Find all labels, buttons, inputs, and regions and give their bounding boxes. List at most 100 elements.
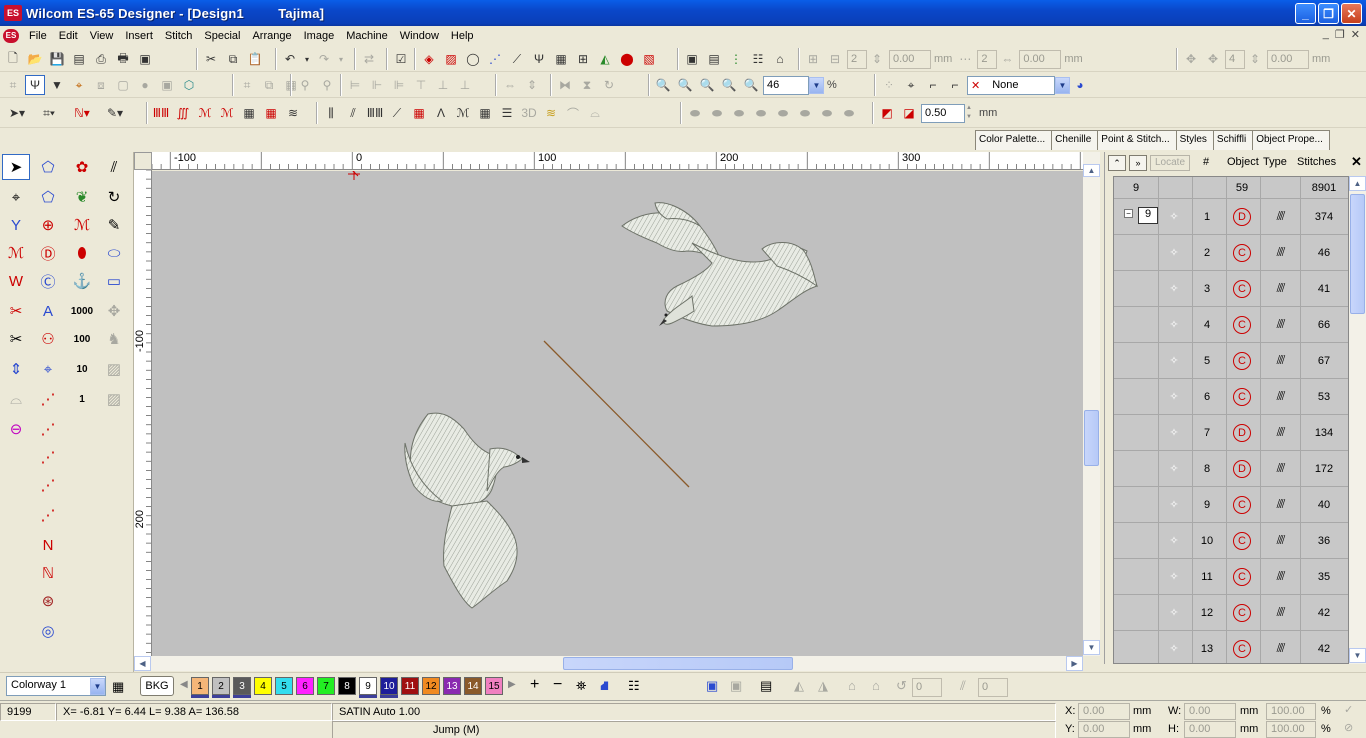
lock-ratio-icon[interactable]: ✓ bbox=[1344, 703, 1353, 716]
target-tool-icon[interactable]: ◎ bbox=[34, 618, 62, 644]
fill-type-9-icon[interactable]: ☰ bbox=[497, 103, 517, 123]
stitch-type-5-icon[interactable]: ▦ bbox=[239, 103, 259, 123]
spacing-input[interactable]: 0.50 bbox=[921, 103, 965, 123]
triple-line-icon[interactable]: ⋰ bbox=[34, 502, 62, 528]
object-row[interactable]: ✧ 4 C ⫽⫽ 66 bbox=[1114, 307, 1348, 343]
color-swatch-9[interactable]: 9 bbox=[359, 677, 377, 695]
motif-tool-icon[interactable]: ⊛ bbox=[34, 588, 62, 614]
tool-1000-icon[interactable]: 1000 bbox=[68, 298, 96, 324]
x-field[interactable]: 0.00 bbox=[1078, 703, 1130, 720]
distribute-h-icon[interactable]: ⇔ bbox=[500, 75, 520, 95]
object-row[interactable]: ✧ 11 C ⫽⫽ 35 bbox=[1114, 559, 1348, 595]
zoom-fit-icon[interactable]: 🔍 bbox=[653, 75, 673, 95]
thread-chart-icon[interactable]: ⛘ bbox=[600, 678, 609, 696]
box-tool-icon[interactable]: ⬠ bbox=[34, 184, 62, 210]
dove-embroidery-bottom[interactable] bbox=[404, 412, 523, 609]
value-b-field[interactable]: 0.00 bbox=[1019, 49, 1062, 69]
apply-icon[interactable]: ⊘ bbox=[1344, 721, 1353, 734]
open-file-icon[interactable]: 📂 bbox=[25, 49, 45, 69]
tab-point-stitch[interactable]: Point & Stitch... bbox=[1097, 130, 1177, 150]
split-tool-icon[interactable]: Y bbox=[2, 212, 30, 238]
rotate-angle-icon[interactable]: ↺ bbox=[896, 678, 907, 694]
digitize-d-icon[interactable]: Ⓓ bbox=[34, 240, 62, 266]
new-file-icon[interactable]: 🗋 bbox=[3, 49, 23, 69]
people-tool-icon[interactable]: ⚇ bbox=[34, 326, 62, 352]
swatch-scroll-right-icon[interactable]: ▶ bbox=[508, 679, 516, 690]
anchor-tool-icon[interactable]: ⚓ bbox=[68, 268, 96, 294]
group-collapse-icon[interactable]: − bbox=[1124, 209, 1133, 218]
horizontal-spacing-icon[interactable]: ⇔ bbox=[997, 49, 1017, 69]
paste-icon[interactable]: 📋 bbox=[245, 49, 265, 69]
close-button[interactable]: ✕ bbox=[1341, 3, 1362, 24]
color-film-icon[interactable]: ▧ bbox=[639, 49, 659, 69]
node2-icon[interactable]: ⌐ bbox=[945, 75, 965, 95]
branch2-icon[interactable]: ⚲ bbox=[317, 75, 337, 95]
outline-icon[interactable]: ◯ bbox=[463, 49, 483, 69]
stitch-type-3-icon[interactable]: ℳ bbox=[195, 103, 215, 123]
satin-tool-icon[interactable]: ℕ▾ bbox=[67, 103, 97, 123]
tool-100-icon[interactable]: 100 bbox=[68, 326, 96, 352]
rotate-angle-field[interactable]: 0 bbox=[912, 678, 942, 697]
vertical-spacing-icon[interactable]: ⇕ bbox=[867, 49, 887, 69]
menu-window[interactable]: Window bbox=[394, 30, 445, 42]
design-window-icon[interactable]: ▣ bbox=[682, 49, 702, 69]
thread-icon[interactable]: ⛯ bbox=[576, 678, 586, 694]
circle-tool-icon[interactable]: ⊖ bbox=[2, 416, 30, 442]
fill-type-8-icon[interactable]: ▦ bbox=[475, 103, 495, 123]
circle-fill-icon[interactable]: ● bbox=[135, 75, 155, 95]
leaf-fill-icon[interactable]: ◈ bbox=[419, 49, 439, 69]
effect-2-icon[interactable]: ⬬ bbox=[707, 103, 727, 123]
elastic2-icon[interactable]: ⌓ bbox=[585, 103, 605, 123]
object-row[interactable]: ✧ 5 C ⫽⫽ 67 bbox=[1114, 343, 1348, 379]
remove-color-icon[interactable]: − bbox=[553, 676, 562, 694]
zoom-input[interactable]: 46 bbox=[763, 75, 809, 95]
select-pointer-icon[interactable]: ➤▾ bbox=[3, 103, 31, 123]
tab-object-properties[interactable]: Object Prope... bbox=[1252, 130, 1330, 150]
flower-tool-icon[interactable]: ✿ bbox=[68, 154, 96, 180]
stitch-type-7-icon[interactable]: ≋ bbox=[283, 103, 303, 123]
copy-icon[interactable]: ⧉ bbox=[223, 49, 243, 69]
menu-view[interactable]: View bbox=[84, 30, 120, 42]
run-line-icon[interactable]: ⋰ bbox=[34, 472, 62, 498]
spacing-spinner[interactable]: ▲ ▼ bbox=[966, 104, 976, 122]
color-swatch-7[interactable]: 7 bbox=[317, 677, 335, 695]
compass-tool-icon[interactable]: ⊕ bbox=[34, 212, 62, 238]
n-curve-icon[interactable]: ℕ bbox=[34, 560, 62, 586]
tab-color-palette[interactable]: Color Palette... bbox=[975, 130, 1053, 150]
reshape-icon[interactable]: ⌗ bbox=[3, 75, 23, 95]
count-a-field[interactable]: 2 bbox=[847, 49, 867, 69]
effect-6-icon[interactable]: ⬬ bbox=[795, 103, 815, 123]
frame-icon[interactable]: ▢ bbox=[113, 75, 133, 95]
stitch-type-6-icon[interactable]: ▦ bbox=[261, 103, 281, 123]
elastic-icon[interactable]: ⌒ bbox=[563, 103, 583, 123]
mirror2-icon[interactable]: ◮ bbox=[818, 678, 828, 694]
needle-icon[interactable]: ⟋ bbox=[507, 49, 527, 69]
zigzag-tool-icon[interactable]: ℳ bbox=[68, 212, 96, 238]
menu-help[interactable]: Help bbox=[445, 30, 480, 42]
object-row[interactable]: ✧ 6 C ⫽⫽ 53 bbox=[1114, 379, 1348, 415]
color-swatch-4[interactable]: 4 bbox=[254, 677, 272, 695]
list-icon[interactable]: ☷ bbox=[748, 49, 768, 69]
object-row[interactable]: ✧ 12 C ⫽⫽ 42 bbox=[1114, 595, 1348, 631]
chain-tool-icon[interactable]: ⋰ bbox=[34, 416, 62, 442]
fill-type-5-icon[interactable]: ▦ bbox=[409, 103, 429, 123]
align-grid-icon[interactable]: ⊞ bbox=[803, 49, 823, 69]
hoop-grid-icon[interactable]: ⊞ bbox=[573, 49, 593, 69]
maximize-button[interactable]: ❐ bbox=[1318, 3, 1339, 24]
color-swatch-5[interactable]: 5 bbox=[275, 677, 293, 695]
noise-tool-icon[interactable]: ▨ bbox=[100, 386, 128, 412]
stitch-edit-icon[interactable]: ⌖ bbox=[34, 356, 62, 382]
grid-icon[interactable]: ▦ bbox=[551, 49, 571, 69]
spacing-color-icon[interactable]: ◩ bbox=[877, 103, 897, 123]
palette-grid-icon[interactable]: ▦ bbox=[112, 679, 124, 695]
color-select[interactable]: ✕ None bbox=[967, 75, 1055, 95]
canvas-horizontal-scrollbar[interactable]: ◀ ▶ bbox=[134, 656, 1083, 671]
reshape-tool-icon[interactable]: ⬠ bbox=[34, 154, 62, 180]
satin-w-icon[interactable]: W bbox=[2, 268, 30, 294]
stitch-type-1-icon[interactable]: ⅢⅢ bbox=[151, 103, 171, 123]
move-icon[interactable]: ✥ bbox=[1181, 49, 1201, 69]
stitch-select-icon[interactable]: ⌖ bbox=[901, 75, 921, 95]
dove-embroidery-top[interactable] bbox=[621, 202, 818, 327]
object-list-scrollbar[interactable]: ▲ ▼ bbox=[1349, 176, 1366, 664]
h-percent-field[interactable]: 100.00 bbox=[1266, 721, 1316, 738]
